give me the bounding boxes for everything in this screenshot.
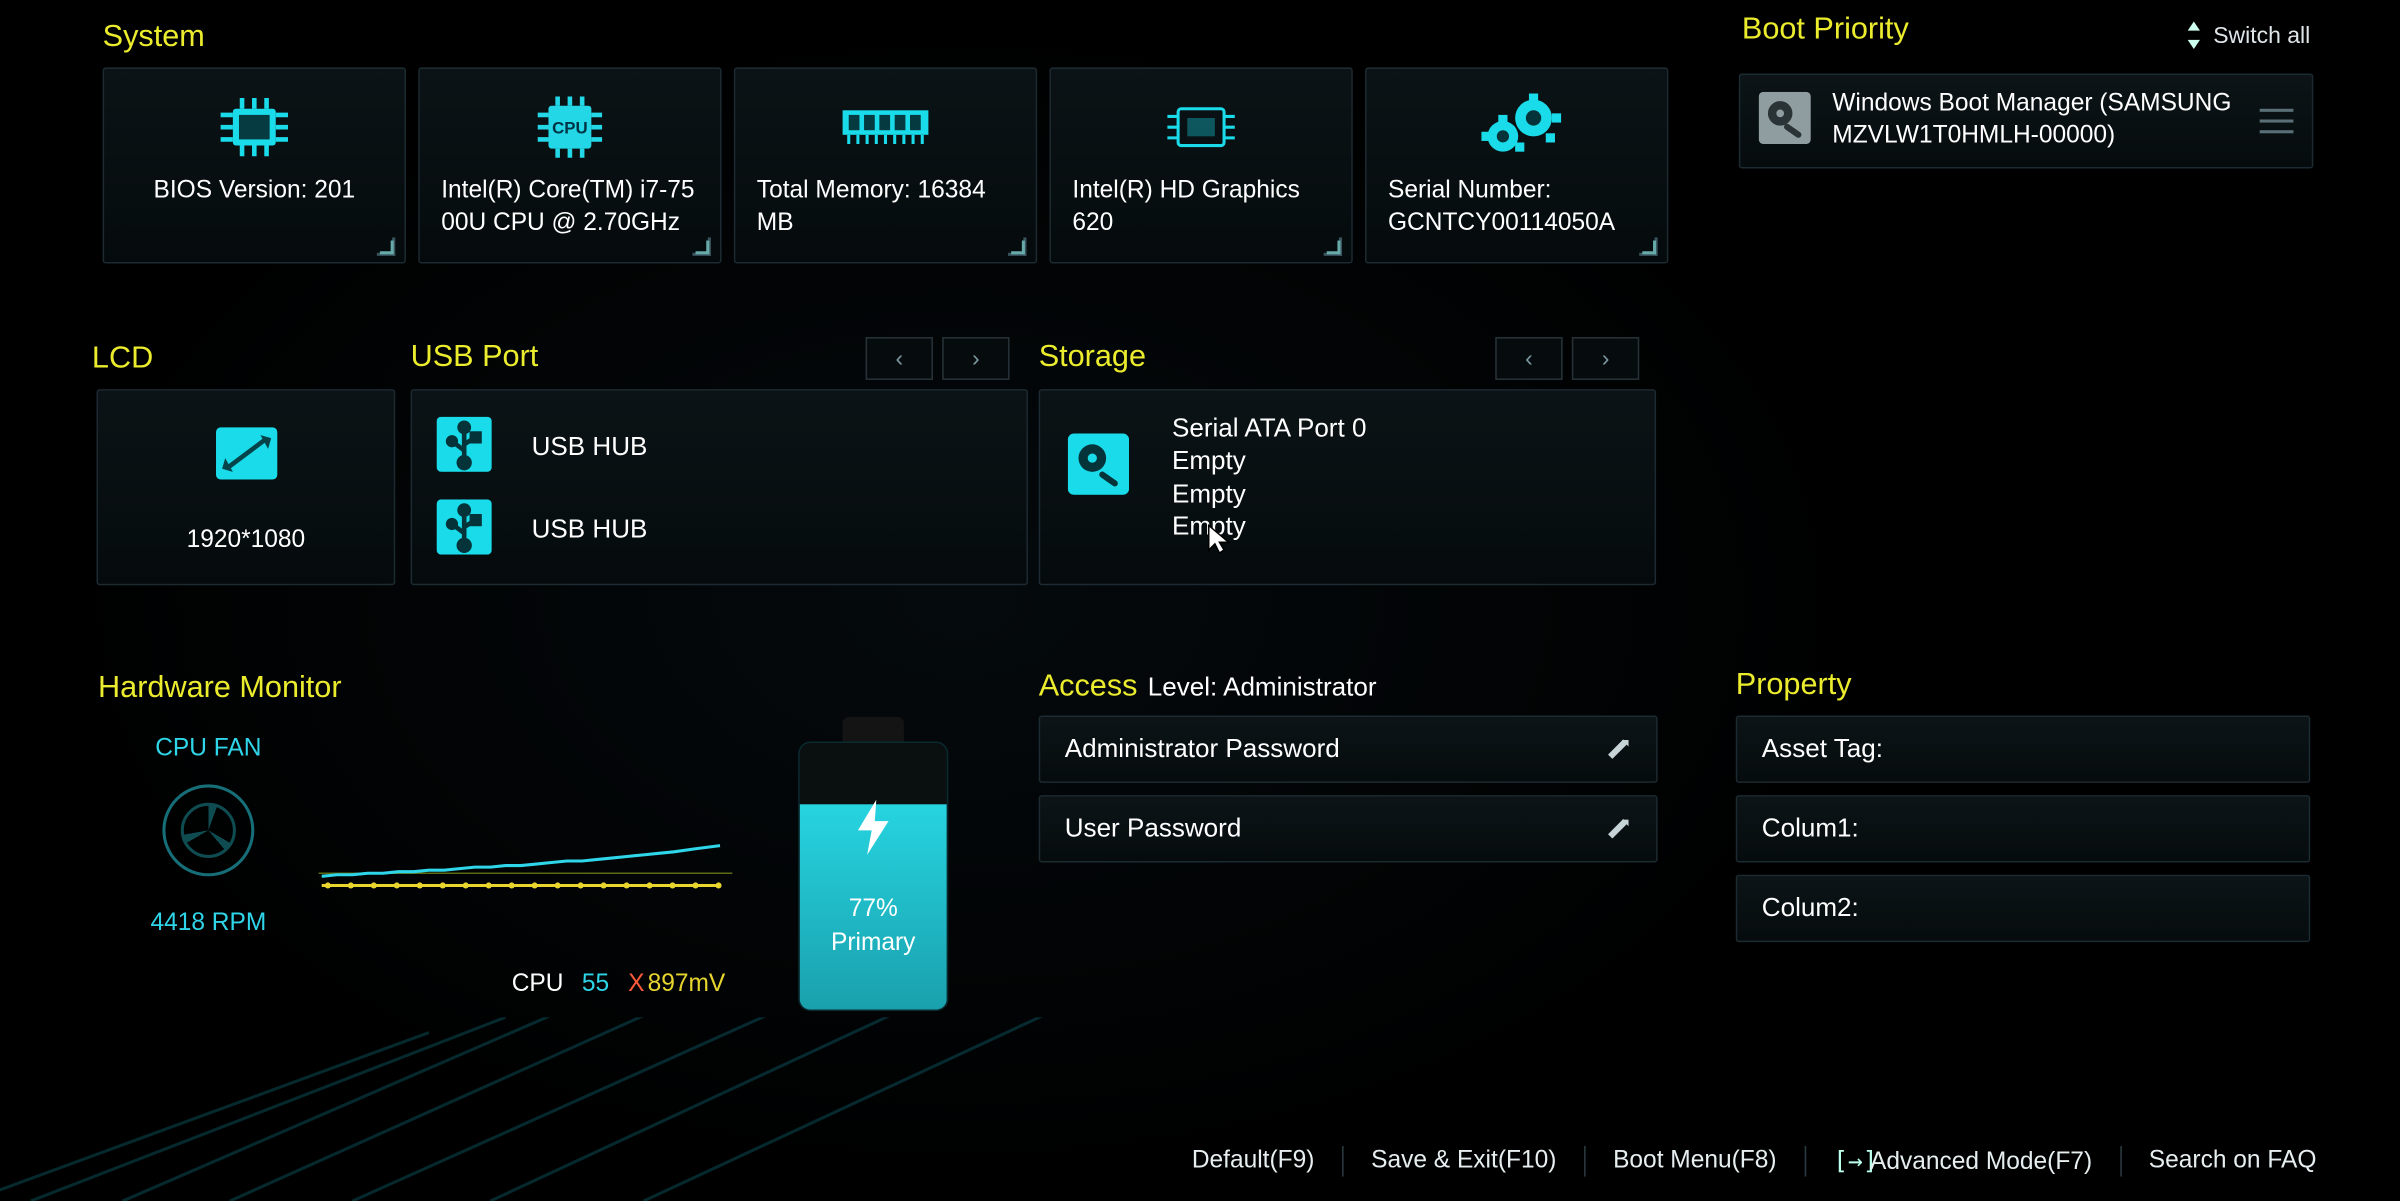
section-title-system: System: [103, 20, 205, 55]
cursor-icon: [1206, 522, 1234, 564]
advanced-mode-button[interactable]: [→]Advanced Mode(F7): [1806, 1140, 2120, 1183]
edit-icon[interactable]: [1604, 815, 1632, 843]
usb-item-1[interactable]: USB HUB: [437, 406, 1002, 489]
usb-item-2-label: USB HUB: [532, 515, 648, 546]
section-title-storage: Storage: [1039, 340, 1146, 375]
storage-nav: ‹ ›: [1495, 337, 1639, 380]
switch-all-button[interactable]: Switch all: [2183, 21, 2311, 49]
sort-icon: [2183, 21, 2201, 49]
drag-handle-icon[interactable]: [2260, 109, 2294, 134]
expand-icon[interactable]: [377, 237, 395, 255]
tile-bios[interactable]: BIOS Version: 201: [103, 67, 406, 263]
save-exit-button[interactable]: Save & Exit(F10): [1344, 1141, 1584, 1181]
cpu-icon: CPU: [530, 84, 610, 170]
boot-entry[interactable]: Windows Boot Manager (SAMSUNGMZVLW1T0HML…: [1739, 74, 2313, 169]
cpu-fan-label: CPU FAN: [107, 735, 309, 763]
battery-percent: 77%: [849, 895, 898, 923]
svg-text:CPU: CPU: [552, 118, 588, 137]
system-tiles-row: BIOS Version: 201 CPU Intel(R) Core(TM) …: [103, 67, 1669, 263]
section-title-usb: USB Port: [411, 340, 539, 375]
storage-next-button[interactable]: ›: [1572, 337, 1639, 380]
usb-icon: [437, 416, 492, 479]
lcd-resolution: 1920*1080: [187, 527, 306, 555]
property-column1[interactable]: Colum1:: [1736, 795, 2310, 862]
usb-item-1-label: USB HUB: [532, 432, 648, 463]
expand-icon[interactable]: [1324, 237, 1342, 255]
hdd-icon: [1068, 434, 1129, 503]
advanced-icon: [→]: [1833, 1146, 1861, 1175]
chip-icon: [214, 84, 294, 170]
tile-bios-text: BIOS Version: 201: [126, 176, 383, 208]
section-title-property: Property: [1736, 668, 1852, 703]
usb-item-2[interactable]: USB HUB: [437, 489, 1002, 572]
section-title-boot: Boot Priority: [1742, 12, 1909, 47]
edit-icon[interactable]: [1604, 735, 1632, 763]
section-title-hardware: Hardware Monitor: [98, 671, 342, 706]
section-title-lcd: LCD: [92, 342, 153, 377]
tile-gpu[interactable]: Intel(R) HD Graphics 620: [1049, 67, 1352, 263]
expand-icon[interactable]: [1008, 237, 1026, 255]
property-asset-tag[interactable]: Asset Tag:: [1736, 715, 2310, 782]
admin-password-row[interactable]: Administrator Password: [1039, 715, 1658, 782]
gpu-icon: [1163, 84, 1240, 170]
battery-mode: Primary: [831, 929, 915, 957]
display-icon: [212, 424, 279, 490]
boot-entry-label: Windows Boot Manager (SAMSUNGMZVLW1T0HML…: [1832, 89, 2238, 153]
usb-prev-button[interactable]: ‹: [866, 337, 933, 380]
tile-memory[interactable]: Total Memory: 16384MB: [734, 67, 1037, 263]
usb-panel: USB HUB USB HUB: [411, 389, 1028, 585]
tile-serial-text: Serial Number:GCNTCY00114050A: [1388, 176, 1645, 240]
user-password-label: User Password: [1065, 813, 1242, 844]
cpu-readout: CPU55 XX897mV: [512, 971, 726, 999]
tile-serial[interactable]: Serial Number:GCNTCY00114050A: [1365, 67, 1668, 263]
expand-icon[interactable]: [1639, 237, 1657, 255]
admin-password-label: Administrator Password: [1065, 734, 1340, 765]
tile-cpu[interactable]: CPU Intel(R) Core(TM) i7-7500U CPU @ 2.7…: [418, 67, 721, 263]
fan-icon: [162, 784, 254, 876]
usb-nav: ‹ ›: [866, 337, 1010, 380]
cpu-fan-rpm: 4418 RPM: [107, 910, 309, 938]
property-column2[interactable]: Colum2:: [1736, 875, 2310, 942]
section-title-access: Access Level: Administrator: [1039, 669, 1377, 704]
expand-icon[interactable]: [692, 237, 710, 255]
usb-next-button[interactable]: ›: [942, 337, 1009, 380]
search-faq-button[interactable]: Search on FAQ: [2121, 1141, 2344, 1181]
hdd-icon: [1759, 91, 1811, 151]
usb-icon: [437, 499, 492, 562]
tile-lcd[interactable]: 1920*1080: [97, 389, 396, 585]
footer-bar: Default(F9) Save & Exit(F10) Boot Menu(F…: [0, 1140, 2399, 1183]
user-password-row[interactable]: User Password: [1039, 795, 1658, 862]
storage-prev-button[interactable]: ‹: [1495, 337, 1562, 380]
bolt-icon: [852, 796, 895, 871]
cpu-fan-block: CPU FAN 4418 RPM: [107, 735, 309, 937]
battery-widget: 77% Primary: [798, 717, 948, 1008]
boot-menu-button[interactable]: Boot Menu(F8): [1586, 1141, 1805, 1181]
tile-cpu-text: Intel(R) Core(TM) i7-7500U CPU @ 2.70GHz: [441, 176, 698, 240]
cpu-trend-chart: [313, 766, 739, 935]
tile-gpu-text: Intel(R) HD Graphics 620: [1072, 176, 1329, 240]
gears-icon: [1469, 84, 1564, 170]
tile-memory-text: Total Memory: 16384MB: [757, 176, 1014, 240]
storage-panel[interactable]: Serial ATA Port 0 Empty Empty Empty: [1039, 389, 1656, 585]
default-button[interactable]: Default(F9): [1164, 1141, 1342, 1181]
ram-icon: [836, 84, 934, 170]
storage-lines: Serial ATA Port 0 Empty Empty Empty: [1172, 412, 1366, 542]
